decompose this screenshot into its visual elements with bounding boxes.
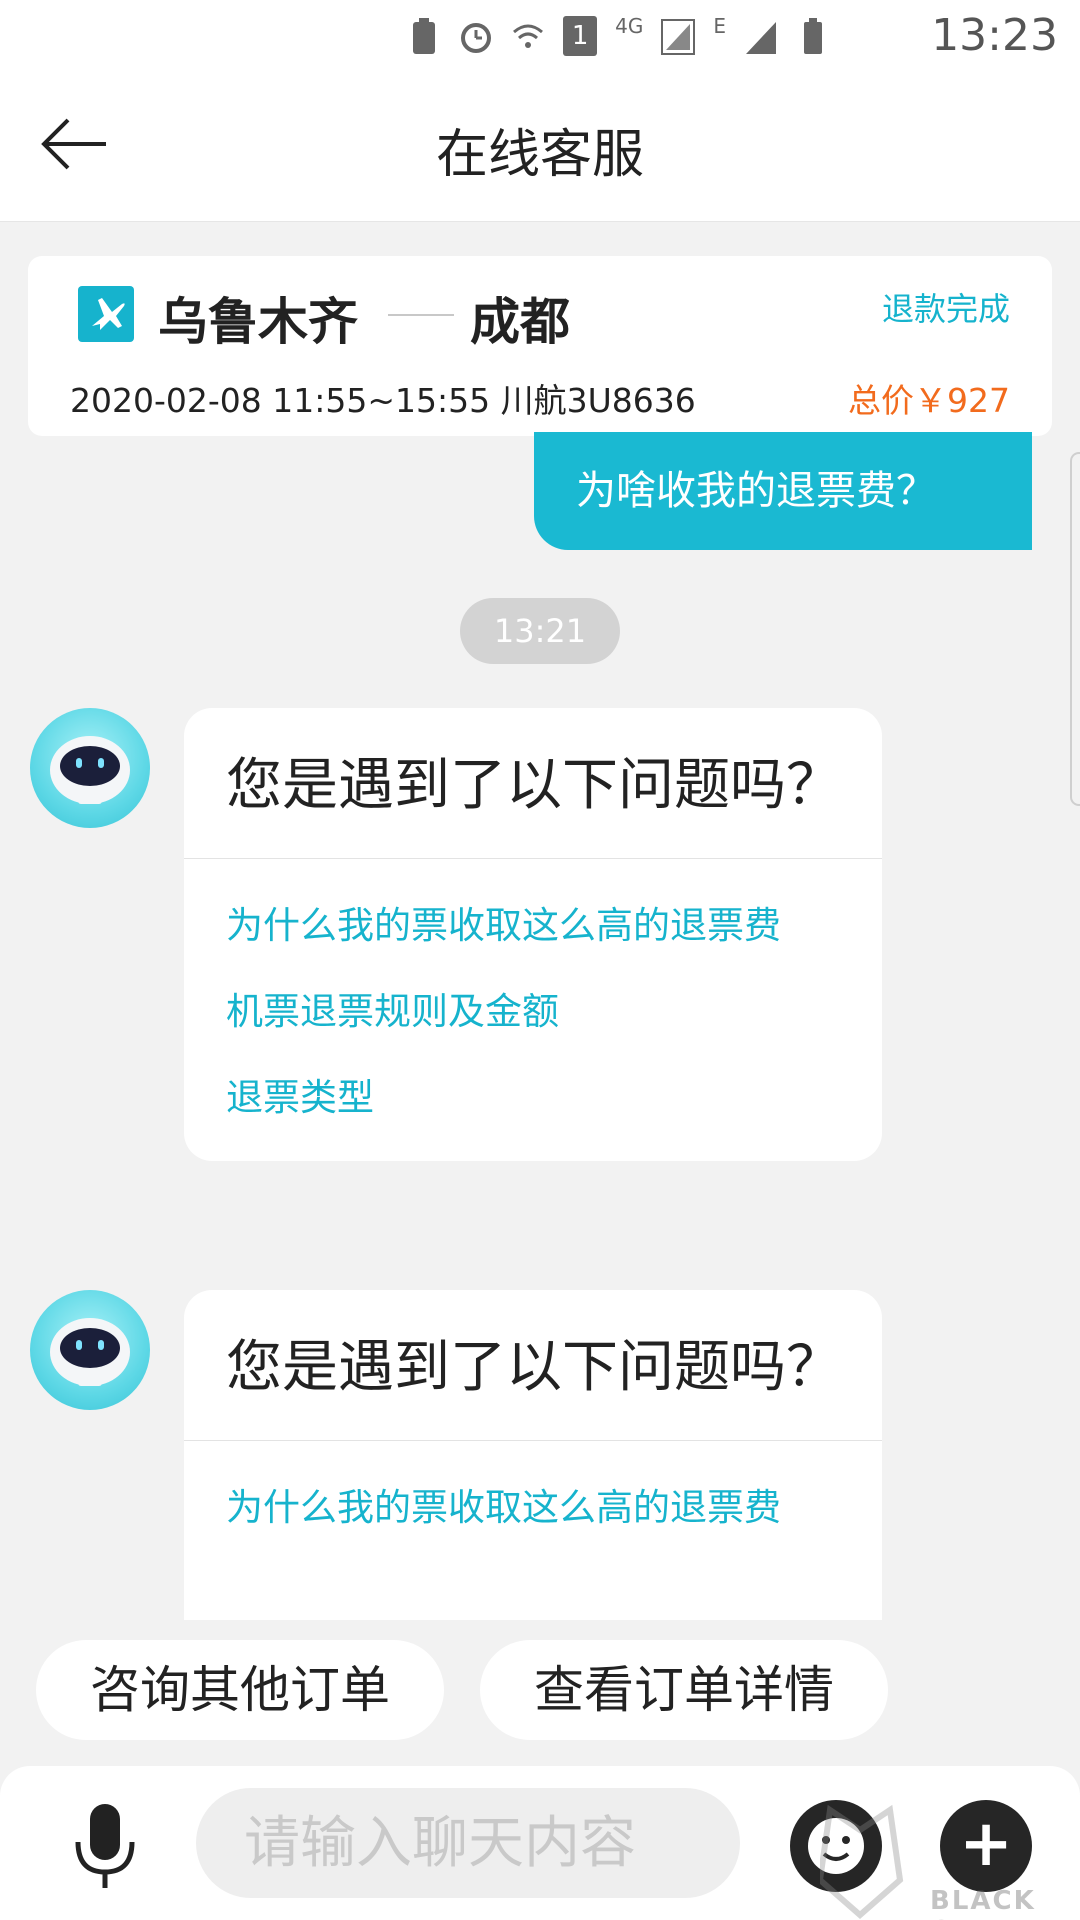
cat-logo-icon [816,1804,904,1919]
microphone-icon[interactable] [72,1802,138,1892]
battery-icon [804,18,822,54]
battery-saver-icon [413,18,436,54]
bot-message-bubble: 您是遇到了以下问题吗？ 为什么我的票收取这么高的退票费 机票退票规则及金额 退票… [184,708,882,1161]
bot-avatar [30,1290,150,1410]
network-type-label: 4G [615,14,644,38]
suggestion-list: 为什么我的票收取这么高的退票费 机票退票规则及金额 退票类型 [184,859,882,1161]
suggestion-link[interactable]: 为什么我的票收取这么高的退票费 [226,1465,840,1551]
bot-avatar [30,708,150,828]
status-icons: 1 4G E [407,14,830,58]
wifi-icon [513,24,544,48]
suggestion-link[interactable]: 机票退票规则及金额 [226,969,840,1055]
total-price: 总价￥927 [848,381,1010,420]
robot-icon [50,736,130,804]
suggestion-list: 为什么我的票收取这么高的退票费 [184,1441,882,1571]
scroll-indicator [1070,452,1080,806]
quick-actions: 咨询其他订单 查看订单详情 [0,1640,1080,1750]
bot-question: 您是遇到了以下问题吗？ [184,708,882,859]
sim-slot-badge: 1 [563,16,598,56]
bot-question: 您是遇到了以下问题吗？ [184,1290,882,1441]
message-timestamp: 13:21 [460,598,620,664]
bot-message-bubble: 您是遇到了以下问题吗？ 为什么我的票收取这么高的退票费 [184,1290,882,1620]
watermark-logo: BLACK CAT [816,1790,1080,1920]
alarm-icon [461,23,492,53]
signal-icon [661,19,696,55]
robot-icon [50,1318,130,1386]
departure-city: 乌鲁木齐 [158,293,358,351]
user-message-bubble: 为啥收我的退票费？ [534,432,1032,550]
flight-info: 2020-02-08 11:55~15:55 川航3U8636 [70,381,696,420]
signal-strength-icon [746,22,776,54]
consult-other-order-button[interactable]: 咨询其他订单 [36,1640,444,1740]
status-time: 13:23 [931,10,1058,61]
suggestion-link[interactable]: 为什么我的票收取这么高的退票费 [226,883,840,969]
route-arrow [388,314,454,316]
view-order-details-button[interactable]: 查看订单详情 [480,1640,888,1740]
order-card[interactable]: 乌鲁木齐 成都 退款完成 2020-02-08 11:55~15:55 川航3U… [28,256,1052,436]
page-title: 在线客服 [435,125,644,185]
watermark-text: BLACK CAT [930,1886,1036,1920]
nav-header: 在线客服 [0,72,1080,222]
plane-icon [78,286,134,342]
status-bar: 1 4G E 13:23 [0,0,1080,72]
arrival-city: 成都 [470,293,570,351]
chat-input[interactable] [196,1788,740,1898]
network-type-label-2: E [713,14,726,38]
order-status-badge: 退款完成 [881,290,1010,328]
suggestion-link[interactable]: 退票类型 [226,1055,840,1141]
